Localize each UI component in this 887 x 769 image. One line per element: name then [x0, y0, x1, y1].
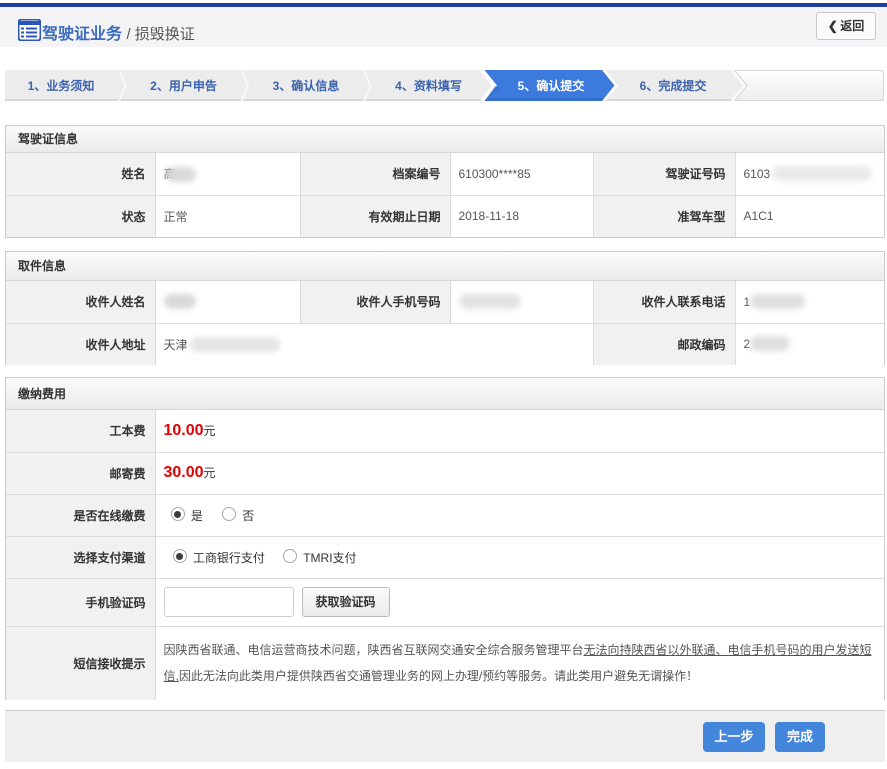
svg-text:5、确认提交: 5、确认提交 [518, 78, 585, 93]
svg-text:3、确认信息: 3、确认信息 [273, 78, 340, 93]
svg-text:1、业务须知: 1、业务须知 [28, 78, 95, 93]
svg-text:6、完成提交: 6、完成提交 [640, 78, 707, 93]
svg-text:4、资料填写: 4、资料填写 [395, 78, 462, 93]
svg-text:2、用户申告: 2、用户申告 [150, 78, 217, 93]
